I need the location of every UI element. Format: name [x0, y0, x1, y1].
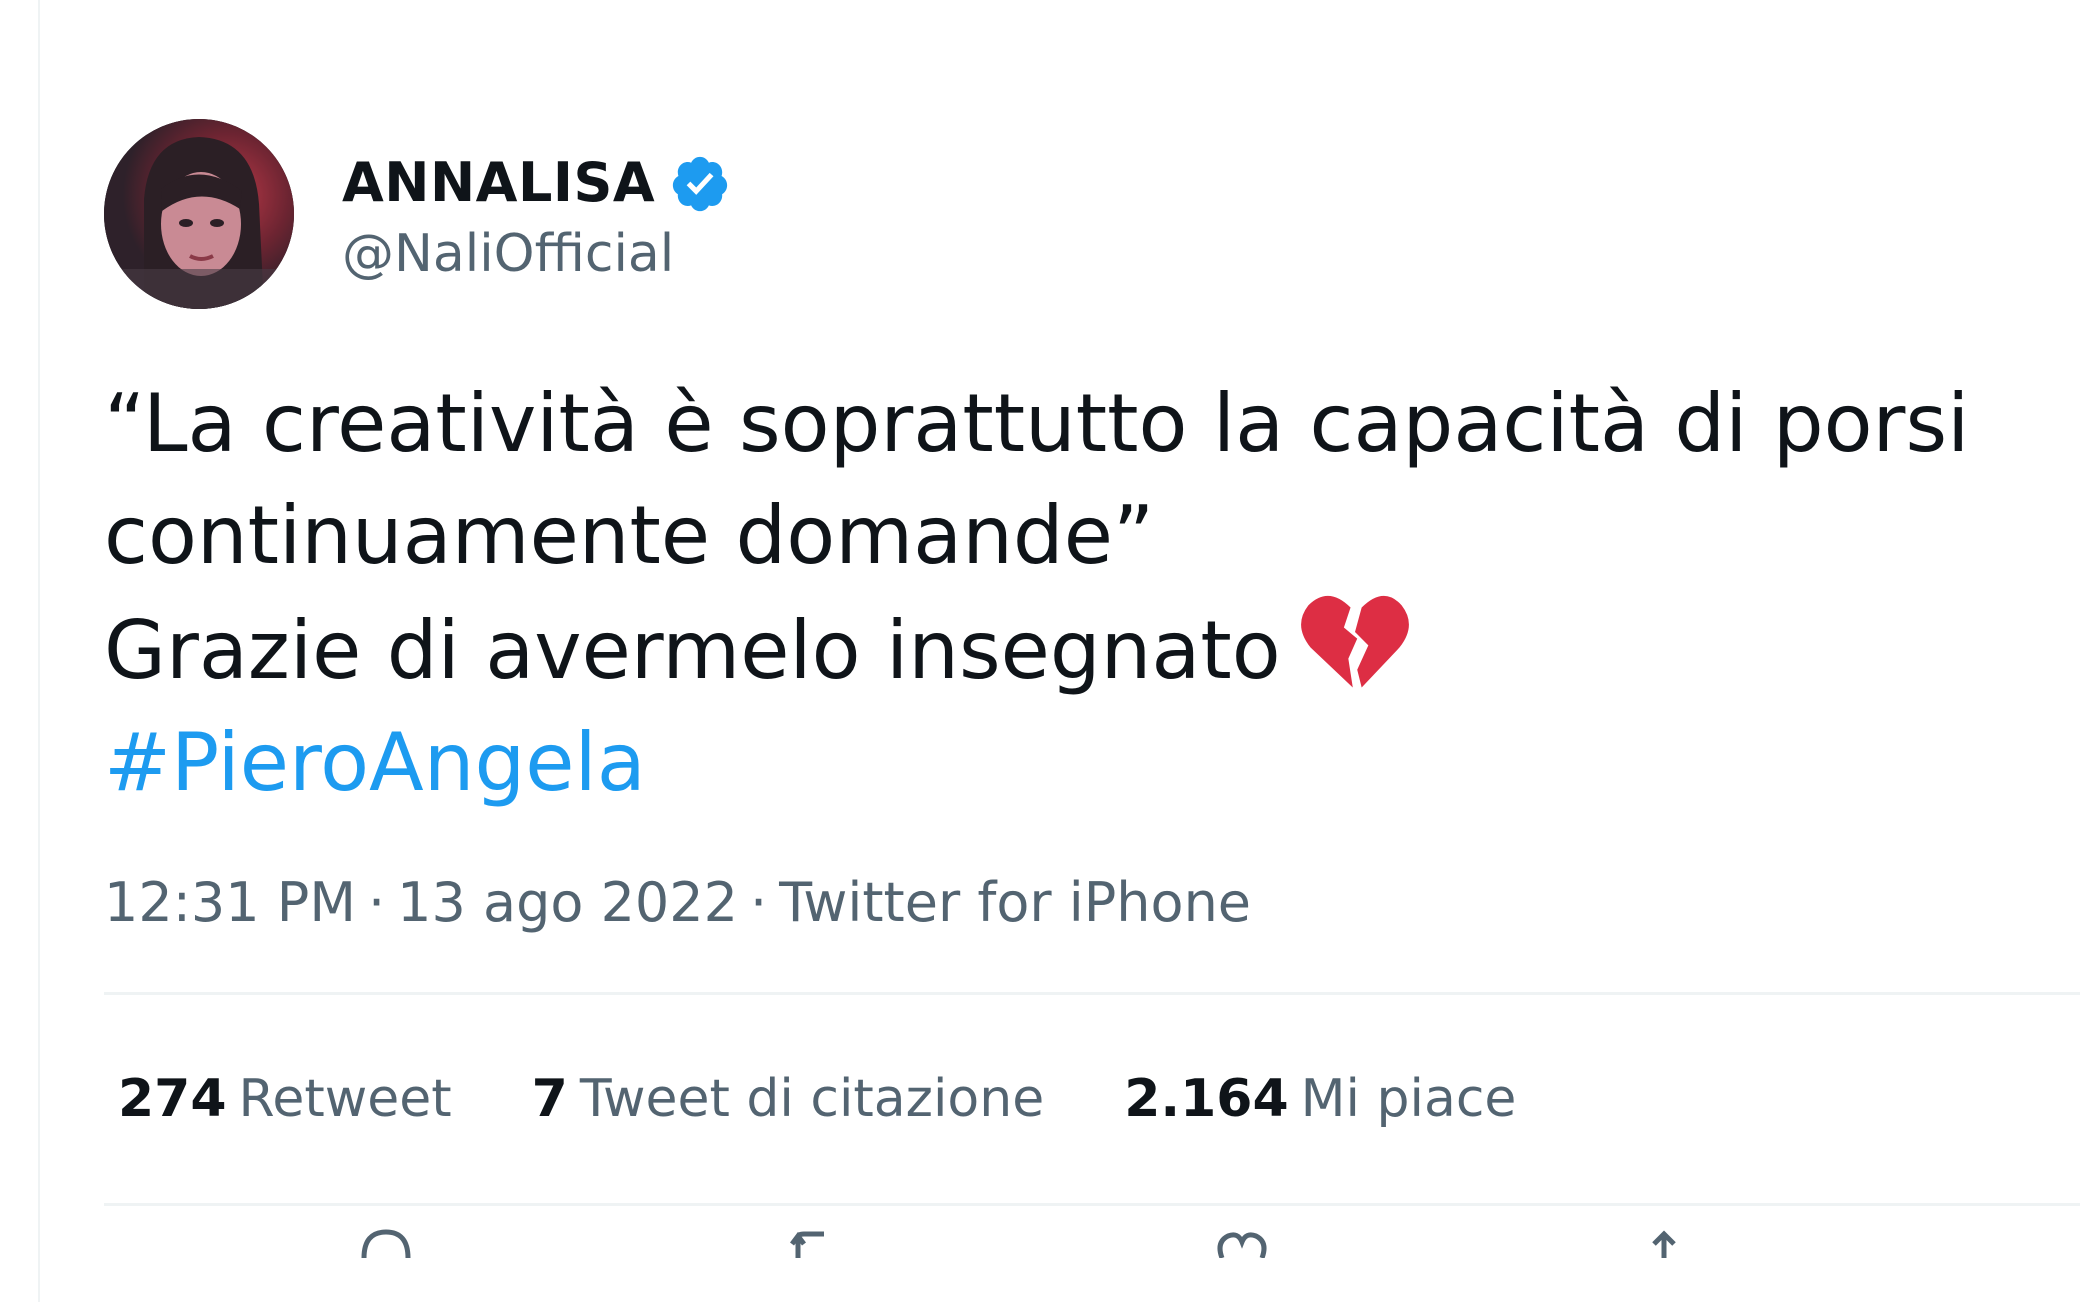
tweet-time[interactable]: 12:31 PM	[104, 871, 356, 934]
meta-separator: ·	[750, 871, 768, 934]
like-count: 2.164	[1124, 1069, 1289, 1129]
retweet-stat[interactable]: 274 Retweet	[118, 1069, 452, 1129]
share-icon[interactable]	[1634, 1228, 1694, 1258]
quote-tweet-label: Tweet di citazione	[579, 1069, 1045, 1129]
like-label: Mi piace	[1300, 1069, 1517, 1129]
display-name-row: ANNALISA	[342, 144, 731, 220]
tweet-header: ANNALISA @NaliOfficial	[104, 118, 2080, 310]
tweet-text-line-3-row: Grazie di avermelo insegnato	[104, 592, 2080, 707]
hashtag-link[interactable]: #PieroAngela	[104, 707, 2080, 819]
tweet-text-line-1: “La creatività è soprattutto la capacità…	[104, 377, 1970, 470]
display-name[interactable]: ANNALISA	[342, 151, 655, 214]
broken-heart-icon	[1300, 595, 1409, 688]
retweet-count: 274	[118, 1069, 227, 1129]
tweet-meta: 12:31 PM · 13 ago 2022 · Twitter for iPhone	[104, 871, 2080, 934]
avatar[interactable]	[104, 119, 294, 309]
column-border	[38, 0, 40, 1302]
tweet-text-line-2: continuamente domande”	[104, 489, 1155, 582]
avatar-image	[104, 119, 294, 309]
tweet-page: ANNALISA @NaliOfficial “La creatività è …	[0, 0, 2080, 1302]
tweet-card: ANNALISA @NaliOfficial “La creatività è …	[104, 118, 2080, 1258]
verified-badge-icon	[673, 156, 728, 212]
retweet-label: Retweet	[238, 1069, 452, 1129]
tweet-text-line-3: Grazie di avermelo insegnato	[104, 604, 1281, 697]
tweet-source[interactable]: Twitter for iPhone	[779, 871, 1251, 934]
retweet-icon[interactable]	[784, 1228, 844, 1258]
author-names: ANNALISA @NaliOfficial	[342, 144, 731, 284]
reply-icon[interactable]	[356, 1228, 416, 1258]
author-handle[interactable]: @NaliOfficial	[342, 224, 731, 284]
quote-tweet-stat[interactable]: 7 Tweet di citazione	[532, 1069, 1045, 1129]
tweet-actions	[104, 1206, 2080, 1258]
tweet-stats: 274 Retweet 7 Tweet di citazione 2.164 Mi p…	[104, 995, 2080, 1203]
tweet-text: “La creatività è soprattutto la capacità…	[104, 368, 2080, 819]
meta-separator: ·	[367, 871, 386, 934]
quote-tweet-count: 7	[531, 1069, 568, 1129]
like-stat[interactable]: 2.164 Mi piace	[1124, 1069, 1516, 1129]
like-icon[interactable]	[1212, 1228, 1272, 1258]
tweet-date[interactable]: 13 ago 2022	[397, 871, 738, 934]
